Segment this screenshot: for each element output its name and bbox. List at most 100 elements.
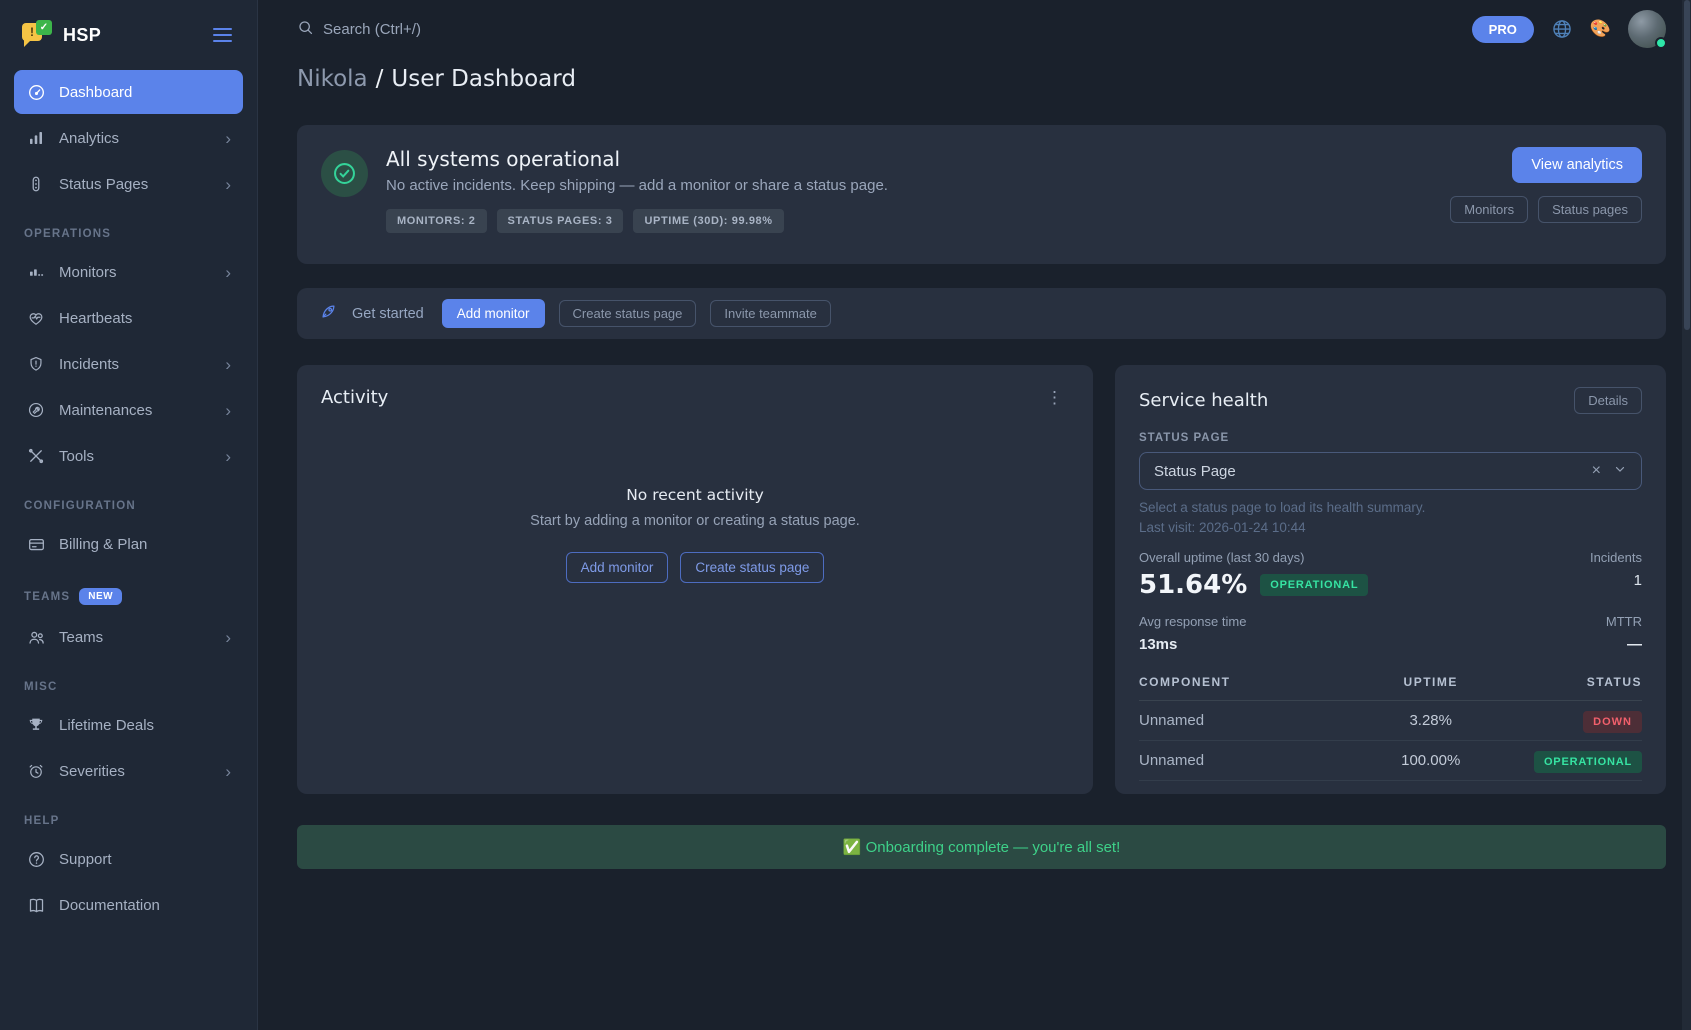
sidebar-item-lifetime-deals[interactable]: Lifetime Deals (14, 703, 243, 747)
search-input[interactable]: Search (Ctrl+/) (297, 19, 421, 40)
empty-state-subtitle: Start by adding a monitor or creating a … (321, 513, 1069, 529)
menu-toggle-button[interactable] (210, 25, 235, 46)
chevron-right-icon: › (225, 176, 231, 193)
pro-badge[interactable]: PRO (1472, 16, 1534, 43)
search-placeholder: Search (Ctrl+/) (323, 21, 421, 38)
sidebar-item-label: Dashboard (59, 84, 132, 101)
sidebar-item-maintenances[interactable]: Maintenances › (14, 388, 243, 432)
uptime-header: UPTIME (1350, 666, 1511, 701)
uptime-value: 51.64% (1139, 570, 1247, 600)
status-page-label: STATUS PAGE (1139, 432, 1642, 444)
create-status-page-button[interactable]: Create status page (559, 300, 697, 327)
status-page-select[interactable]: Status Page × (1139, 452, 1642, 490)
section-header-configuration: CONFIGURATION (14, 480, 243, 520)
hero-subtitle: No active incidents. Keep shipping — add… (386, 177, 888, 194)
uptime-cell: 100.00% (1350, 741, 1511, 781)
chevron-right-icon: › (225, 402, 231, 419)
credit-card-icon (26, 534, 46, 554)
select-value: Status Page (1154, 463, 1236, 480)
section-header-help: HELP (14, 795, 243, 835)
heartbeat-icon (26, 308, 46, 328)
view-analytics-button[interactable]: View analytics (1512, 147, 1642, 183)
page-title: User Dashboard (391, 66, 576, 92)
empty-state-title: No recent activity (321, 486, 1069, 504)
scrollbar-thumb[interactable] (1684, 0, 1690, 330)
logo-row: ! ✓ HSP (14, 16, 243, 68)
check-circle-icon (321, 150, 368, 197)
sidebar-item-label: Documentation (59, 897, 160, 914)
table-row: Unnamed 100.00% OPERATIONAL (1139, 741, 1642, 781)
sidebar-item-support[interactable]: Support (14, 837, 243, 881)
sidebar-item-label: Analytics (59, 130, 119, 147)
incidents-label: Incidents (1590, 550, 1642, 565)
book-icon (26, 895, 46, 915)
sidebar-item-label: Maintenances (59, 402, 152, 419)
chevron-down-icon[interactable] (1613, 462, 1627, 481)
sidebar-item-incidents[interactable]: Incidents › (14, 342, 243, 386)
trophy-icon (26, 715, 46, 735)
sidebar-item-analytics[interactable]: Analytics › (14, 116, 243, 160)
activity-title: Activity (321, 387, 388, 408)
app-root: ! ✓ HSP Dashboard Analytics › Status Pag… (0, 0, 1691, 1030)
search-icon (297, 19, 314, 40)
add-monitor-button[interactable]: Add monitor (442, 299, 545, 328)
section-header-operations: OPERATIONS (14, 208, 243, 248)
section-header-teams: TEAMS NEW (14, 568, 243, 613)
gauge-icon (26, 82, 46, 102)
components-table: COMPONENT UPTIME STATUS Unnamed 3.28% DO… (1139, 666, 1642, 781)
hero-title: All systems operational (386, 147, 888, 171)
sidebar-item-label: Incidents (59, 356, 119, 373)
maintenance-wrench-icon (26, 400, 46, 420)
activity-card: Activity ⋮ No recent activity Start by a… (297, 365, 1093, 794)
sidebar-item-severities[interactable]: Severities › (14, 749, 243, 793)
sidebar-item-billing-plan[interactable]: Billing & Plan (14, 522, 243, 566)
kebab-menu-icon[interactable]: ⋮ (1040, 387, 1069, 408)
sidebar-item-heartbeats[interactable]: Heartbeats (14, 296, 243, 340)
sidebar-item-teams[interactable]: Teams › (14, 615, 243, 659)
create-status-page-button[interactable]: Create status page (680, 552, 824, 583)
theme-palette-icon[interactable]: 🎨 (1590, 19, 1611, 39)
status-header: STATUS (1511, 666, 1642, 701)
sidebar-item-label: Teams (59, 629, 103, 646)
monitors-button[interactable]: Monitors (1450, 196, 1528, 223)
operational-status-badge: OPERATIONAL (1534, 751, 1642, 773)
service-health-title: Service health (1139, 390, 1268, 411)
user-avatar[interactable] (1628, 10, 1666, 48)
sidebar: ! ✓ HSP Dashboard Analytics › Status Pag… (0, 0, 258, 1030)
invite-teammate-button[interactable]: Invite teammate (710, 300, 831, 327)
sidebar-item-label: Monitors (59, 264, 117, 281)
mttr-label: MTTR (1606, 614, 1642, 629)
table-header-row: COMPONENT UPTIME STATUS (1139, 666, 1642, 701)
monitors-count-chip: MONITORS: 2 (386, 209, 487, 233)
down-status-badge: DOWN (1583, 711, 1642, 733)
language-globe-icon[interactable] (1551, 18, 1573, 40)
users-icon (26, 627, 46, 647)
avg-response-label: Avg response time (1139, 614, 1246, 629)
status-pages-button[interactable]: Status pages (1538, 196, 1642, 223)
chevron-right-icon: › (225, 448, 231, 465)
breadcrumb-parent-link[interactable]: Nikola (297, 66, 368, 92)
topbar: Search (Ctrl+/) PRO 🎨 (297, 0, 1666, 58)
component-cell: Unnamed (1139, 701, 1350, 741)
sidebar-item-dashboard[interactable]: Dashboard (14, 70, 243, 114)
sidebar-item-documentation[interactable]: Documentation (14, 883, 243, 927)
component-cell: Unnamed (1139, 741, 1350, 781)
scrollbar[interactable] (1682, 0, 1691, 1030)
details-button[interactable]: Details (1574, 387, 1642, 414)
table-row: Unnamed 3.28% DOWN (1139, 701, 1642, 741)
sidebar-item-label: Heartbeats (59, 310, 132, 327)
clear-icon[interactable]: × (1592, 462, 1601, 480)
add-monitor-button[interactable]: Add monitor (566, 552, 669, 583)
sidebar-item-label: Tools (59, 448, 94, 465)
uptime-label: Overall uptime (last 30 days) (1139, 550, 1368, 565)
uptime-chip: UPTIME (30D): 99.98% (633, 209, 783, 233)
sidebar-item-label: Status Pages (59, 176, 148, 193)
traffic-light-icon (26, 174, 46, 194)
app-logo-icon: ! ✓ (22, 20, 52, 50)
sidebar-item-monitors[interactable]: Monitors › (14, 250, 243, 294)
incidents-stat: Incidents 1 (1590, 550, 1642, 600)
sidebar-item-tools[interactable]: Tools › (14, 434, 243, 478)
main-content: Search (Ctrl+/) PRO 🎨 Nikola/User Dashbo… (258, 0, 1691, 1030)
sidebar-item-label: Severities (59, 763, 125, 780)
sidebar-item-status-pages[interactable]: Status Pages › (14, 162, 243, 206)
